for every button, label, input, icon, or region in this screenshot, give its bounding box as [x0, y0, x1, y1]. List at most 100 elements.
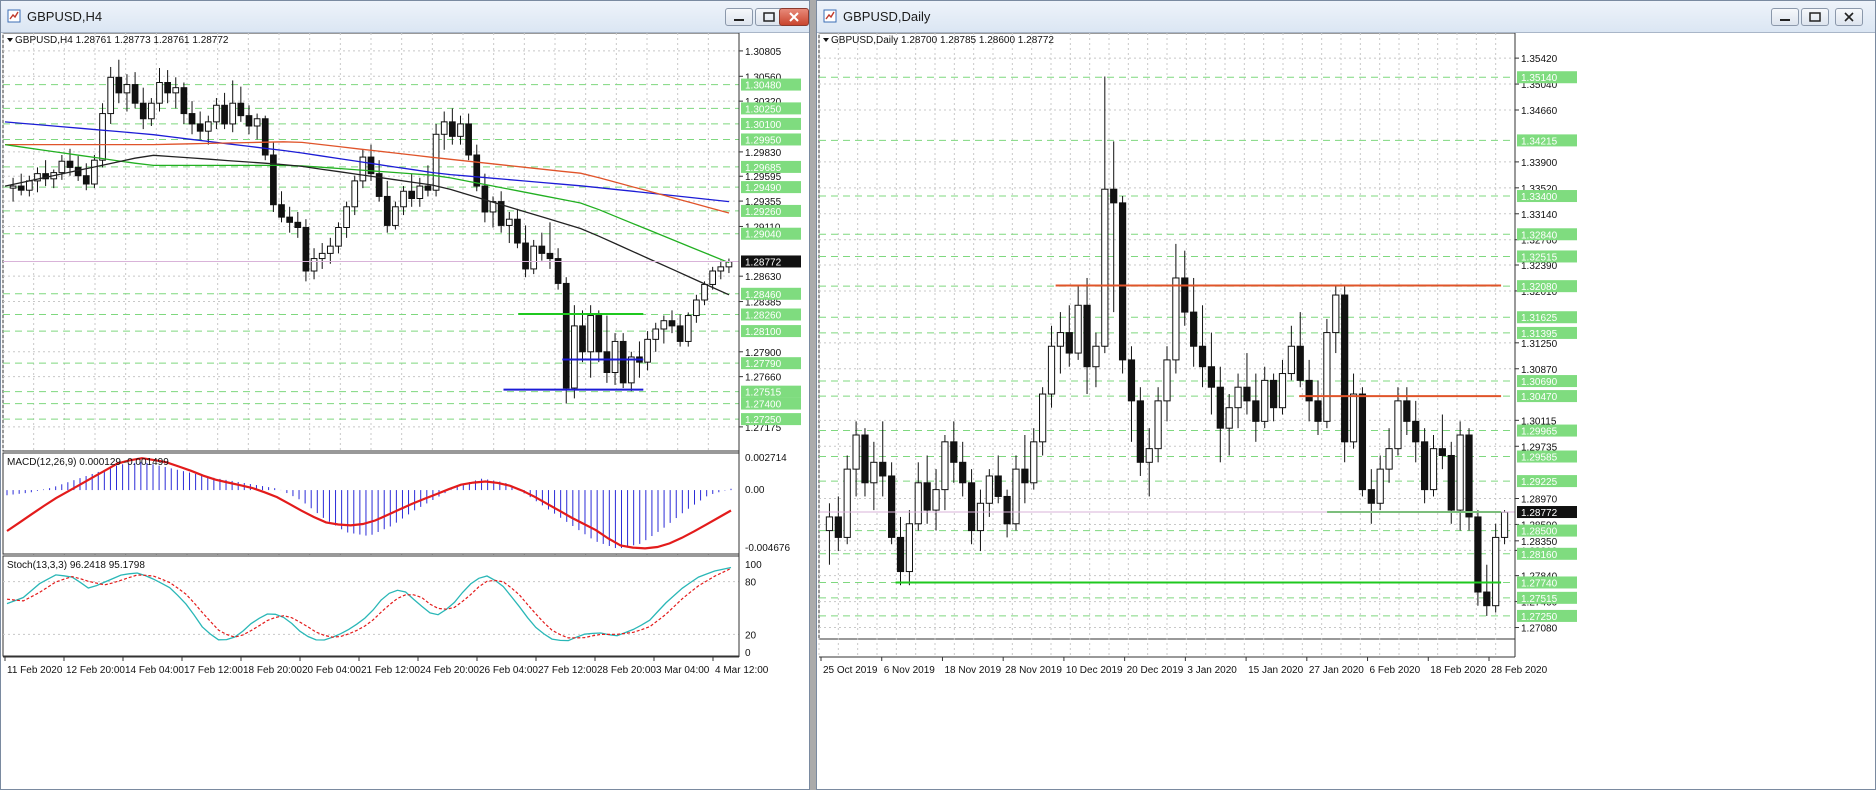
level-price-label: 1.30480 [745, 81, 782, 92]
level-price-label: 1.28260 [745, 311, 782, 322]
candle [1323, 318, 1331, 429]
candle-body [1252, 400, 1260, 422]
candle-body [318, 252, 326, 260]
price-axis-label: 1.33900 [1521, 158, 1558, 169]
candle-body [976, 502, 985, 532]
candle-body [261, 118, 269, 156]
candle-body [676, 325, 684, 342]
level-price-label: 1.32840 [1521, 230, 1558, 241]
candle-body [530, 245, 538, 270]
candle-body [91, 159, 98, 185]
candle [843, 455, 851, 545]
chart-info-text: GBPUSD,Daily 1.28700 1.28785 1.28600 1.2… [831, 35, 1054, 46]
candle-body [941, 441, 949, 491]
time-axis-label: 26 Feb 04:00 [479, 665, 538, 676]
price-axis-label: 1.34660 [1521, 106, 1558, 117]
candle-body [253, 118, 261, 127]
price-axis-label: 1.28630 [745, 272, 782, 283]
candle-body [1376, 468, 1384, 504]
macd-pane-frame [2, 452, 740, 555]
candle-body [538, 245, 546, 254]
chart-window-daily[interactable]: GBPUSD,Daily 1.35420 1.35040 1.34660 1.3390… [816, 0, 1876, 790]
candle-body [1074, 304, 1082, 354]
level-price-label: 1.27250 [745, 415, 782, 426]
price-axis-label: 1.27080 [1521, 624, 1558, 635]
title-bar[interactable]: GBPUSD,Daily [817, 1, 1875, 33]
candle-body [1136, 400, 1144, 463]
level-price-label: 1.30470 [1521, 392, 1558, 403]
candle-body [326, 245, 334, 254]
level-price-label: 1.30100 [745, 120, 782, 131]
chart-area-h4[interactable]: 1.308051.305601.303201.298301.295951.293… [1, 33, 807, 789]
candle-body [416, 185, 424, 199]
level-price-label: 1.31395 [1521, 329, 1558, 340]
time-axis-label: 6 Feb 2020 [1370, 665, 1421, 676]
time-axis-label: 20 Dec 2019 [1127, 665, 1184, 676]
candle-body [1198, 345, 1207, 368]
macd-pane: MACD(12,26,9) 0.000129 -0.001499 0.002714… [2, 452, 790, 555]
price-axis-label: 1.33140 [1521, 210, 1558, 221]
candle-body [74, 166, 82, 177]
candle-body [335, 227, 342, 247]
time-axis-label: 27 Jan 2020 [1309, 665, 1364, 676]
level-price-label: 1.29685 [745, 163, 782, 174]
price-pane: 1.354201.350401.346601.339001.335201.331… [818, 33, 1577, 657]
candle-body [351, 180, 359, 208]
candle-body [1154, 400, 1162, 450]
close-button[interactable] [1835, 8, 1863, 26]
candle-body [107, 76, 115, 115]
candle-body [286, 216, 293, 223]
candle-body [25, 180, 33, 191]
candle-body [229, 102, 237, 125]
time-axis-label: 15 Jan 2020 [1248, 665, 1303, 676]
candle-body [9, 185, 17, 189]
close-button[interactable] [779, 8, 809, 26]
candle-body [693, 299, 700, 317]
stochastic-axis-label: 0 [745, 648, 751, 659]
candle [1474, 510, 1482, 606]
time-axis-label: 11 Feb 2020 [7, 665, 63, 676]
minimize-button[interactable] [1771, 8, 1799, 26]
candle-body [343, 206, 350, 229]
candle-body [1456, 434, 1464, 511]
candle-body [1412, 420, 1420, 443]
level-price-label: 1.35140 [1521, 73, 1558, 84]
time-axis-label: 18 Feb 20:00 [243, 665, 302, 676]
candle-body [1349, 393, 1358, 443]
price-axis-label: 1.29830 [745, 148, 782, 159]
restore-button[interactable] [1801, 8, 1829, 26]
candle-body [1083, 304, 1091, 368]
candle-body [440, 121, 448, 135]
level-price-label: 1.32515 [1521, 252, 1558, 263]
candle-body [1243, 386, 1251, 402]
time-axis-label: 3 Jan 2020 [1187, 665, 1237, 676]
candle-body [905, 523, 913, 573]
current-price-label: 1.28772 [745, 257, 782, 268]
minimize-button[interactable] [725, 8, 753, 26]
candle-body [1145, 448, 1153, 463]
time-axis-label: 4 Mar 12:00 [715, 665, 769, 676]
candle-body [562, 282, 570, 389]
candle-body [1012, 468, 1020, 525]
level-price-label: 1.30250 [745, 104, 782, 115]
level-price-label: 1.28100 [745, 327, 782, 338]
chart-window-icon [823, 9, 837, 23]
chart-area-daily[interactable]: 1.354201.350401.346601.339001.335201.331… [817, 33, 1873, 789]
chart-window-h4[interactable]: GBPUSD,H4 1.308051.305601.303201.298301.… [0, 0, 810, 790]
candle-body [701, 283, 708, 301]
current-price-label: 1.28772 [1521, 508, 1558, 519]
candle-body [392, 206, 399, 226]
candle [1492, 523, 1500, 613]
candle-body [644, 338, 651, 363]
restore-icon [1809, 12, 1821, 22]
time-axis-label: 3 Mar 04:00 [656, 665, 710, 676]
window-title: GBPUSD,H4 [27, 9, 103, 24]
candle-body [359, 156, 367, 182]
candle-body [619, 340, 627, 384]
candle-body [579, 325, 586, 353]
candle-body [123, 84, 131, 94]
chart-info-text: GBPUSD,H4 1.28761 1.28773 1.28761 1.2877… [15, 35, 229, 46]
candle-body [554, 258, 562, 284]
title-bar[interactable]: GBPUSD,H4 [1, 1, 809, 33]
price-axis-label: 1.30805 [745, 47, 782, 58]
